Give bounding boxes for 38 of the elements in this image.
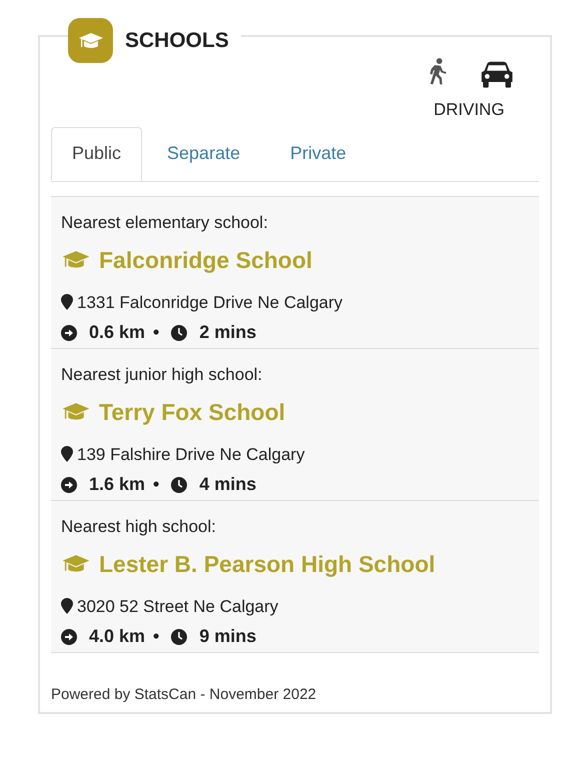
school-name[interactable]: Lester B. Pearson High School	[99, 547, 436, 582]
school-level: Nearest junior high school:	[61, 364, 264, 386]
distance: 4.0 km	[89, 625, 146, 648]
graduation-cap-icon	[61, 250, 91, 270]
school-level: Nearest high school:	[61, 516, 217, 538]
location-pin-icon	[61, 294, 73, 310]
travel-time: 2 mins	[199, 321, 256, 344]
cap-glyph-icon	[78, 30, 102, 50]
school-address: 3020 52 Street Ne Calgary	[77, 596, 278, 618]
travel-time: 4 mins	[199, 473, 256, 496]
distance: 1.6 km	[89, 473, 146, 496]
section-title: SCHOOLS	[125, 28, 229, 54]
tab[interactable]: Separate	[142, 126, 266, 180]
arrow-circle-icon	[61, 628, 77, 644]
arrow-circle-icon	[61, 476, 77, 492]
clock-icon	[171, 476, 188, 492]
car-icon[interactable]	[479, 61, 515, 89]
location-pin-icon	[61, 598, 73, 614]
clock-icon	[171, 324, 188, 340]
tab[interactable]: Public	[51, 126, 142, 180]
tab[interactable]: Private	[265, 126, 372, 180]
graduation-cap-icon	[61, 402, 91, 422]
school-name[interactable]: Falconridge School	[99, 243, 312, 278]
arrow-circle-icon	[61, 324, 77, 340]
travel-mode-label: DRIVING	[434, 99, 504, 121]
separator-dot: •	[153, 321, 160, 344]
travel-time: 9 mins	[199, 625, 256, 648]
graduation-cap-icon	[61, 554, 91, 574]
separator-dot: •	[153, 473, 160, 496]
distance: 0.6 km	[89, 321, 146, 344]
footer-note: Powered by StatsCan - November 2022	[51, 684, 318, 704]
school-address: 139 Falshire Drive Ne Calgary	[77, 444, 305, 466]
school-name[interactable]: Terry Fox School	[99, 395, 286, 430]
school-level: Nearest elementary school:	[61, 212, 269, 234]
clock-icon	[171, 628, 188, 644]
separator-dot: •	[153, 625, 160, 648]
location-pin-icon	[61, 446, 73, 462]
school-address: 1331 Falconridge Drive Ne Calgary	[77, 292, 343, 314]
